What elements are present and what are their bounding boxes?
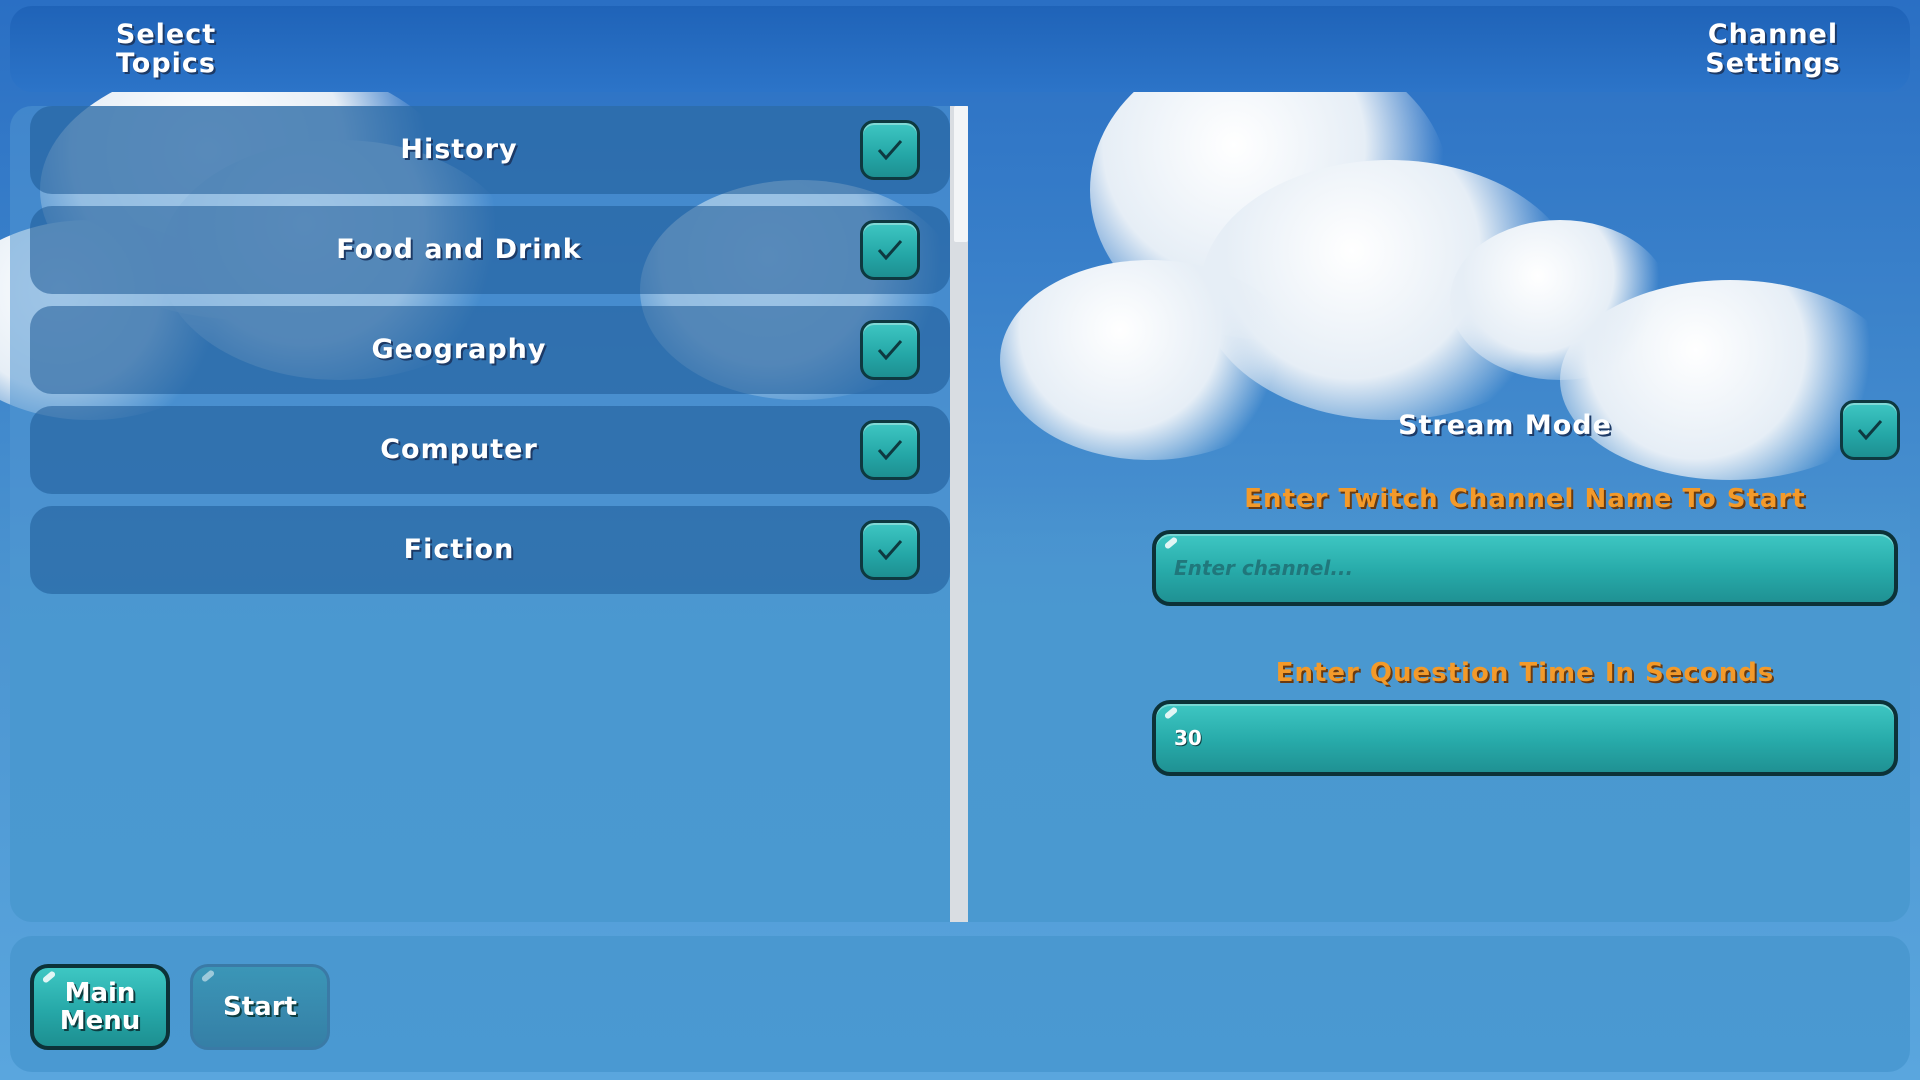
topic-checkbox-geography[interactable] [860,320,920,380]
select-topics-title: Select Topics [115,19,217,79]
topic-checkbox-computer[interactable] [860,420,920,480]
topic-row-history: History [30,106,950,194]
channel-name-placeholder: Enter channel... [1174,556,1354,580]
topic-label: History [400,134,518,165]
topic-label: Geography [371,334,547,365]
stream-mode-checkbox[interactable] [1840,400,1900,460]
topic-row-geography: Geography [30,306,950,394]
checkmark-icon [877,440,903,461]
topic-row-food-and-drink: Food and Drink [30,206,950,294]
main-menu-label: Main Menu [59,978,141,1036]
topic-label: Food and Drink [336,234,582,265]
question-time-prompt: Enter Question Time In Seconds [1275,658,1775,688]
start-label: Start [223,992,297,1022]
topic-checkbox-history[interactable] [860,120,920,180]
channel-settings-panel [968,106,1910,922]
channel-name-input[interactable]: Enter channel... [1152,530,1898,606]
start-button[interactable]: Start [190,964,330,1050]
stream-mode-label: Stream Mode [1398,410,1612,441]
topic-checkbox-fiction[interactable] [860,520,920,580]
channel-settings-title: Channel Settings [1705,19,1841,79]
topics-scrollbar-thumb[interactable] [954,106,968,242]
topic-checkbox-food-and-drink[interactable] [860,220,920,280]
topic-row-fiction: Fiction [30,506,950,594]
topic-label: Fiction [403,534,515,565]
top-bar: Select Topics Channel Settings [10,6,1910,92]
checkmark-icon [1857,420,1883,441]
checkmark-icon [877,340,903,361]
topic-label: Computer [380,434,538,465]
channel-name-prompt: Enter Twitch Channel Name To Start [1244,484,1806,514]
checkmark-icon [877,140,903,161]
question-time-value: 30 [1174,726,1202,750]
checkmark-icon [877,240,903,261]
main-menu-button[interactable]: Main Menu [30,964,170,1050]
topic-row-computer: Computer [30,406,950,494]
question-time-input[interactable]: 30 [1152,700,1898,776]
checkmark-icon [877,540,903,561]
